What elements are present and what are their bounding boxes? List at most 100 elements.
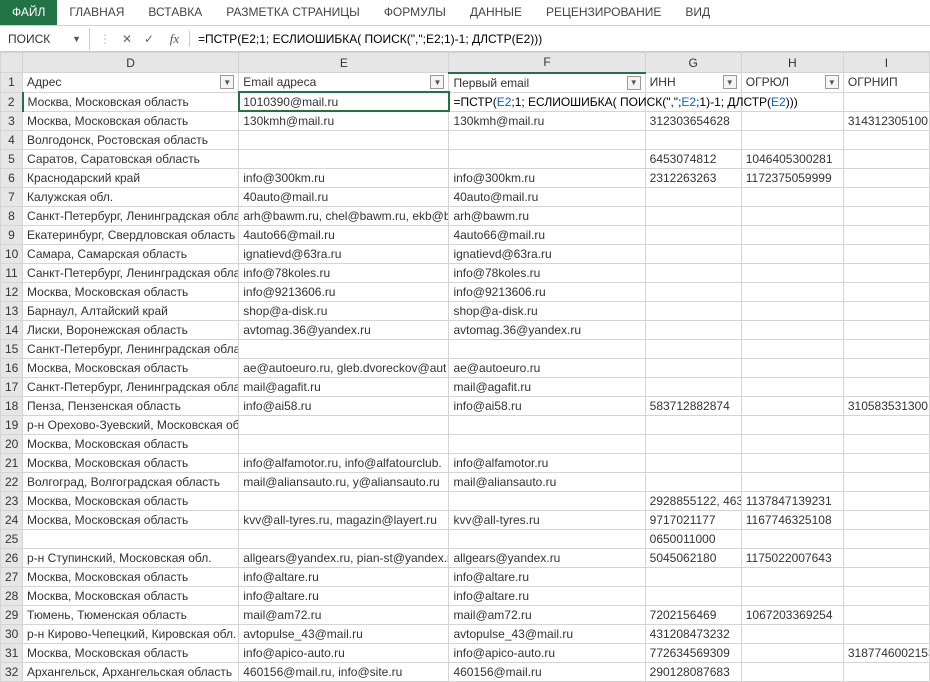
cell[interactable]: [741, 434, 843, 453]
cell[interactable]: info@78koles.ru: [449, 263, 645, 282]
cell[interactable]: [239, 130, 449, 149]
cell[interactable]: Пенза, Пензенская область: [23, 396, 239, 415]
cell[interactable]: [843, 567, 929, 586]
cell[interactable]: [741, 567, 843, 586]
cell[interactable]: [843, 472, 929, 491]
cell[interactable]: info@300km.ru: [449, 168, 645, 187]
cell[interactable]: avtopulse_43@mail.ru: [449, 624, 645, 643]
cell[interactable]: 1172375059999: [741, 168, 843, 187]
cell[interactable]: 31431230510014: [843, 111, 929, 130]
row-head-19[interactable]: 19: [1, 415, 23, 434]
cell[interactable]: [741, 624, 843, 643]
cell[interactable]: [741, 472, 843, 491]
cell[interactable]: kvv@all-tyres.ru: [449, 510, 645, 529]
cell[interactable]: [843, 605, 929, 624]
cell[interactable]: [741, 263, 843, 282]
fx-icon[interactable]: fx: [164, 31, 190, 47]
cell[interactable]: 0650011000: [645, 529, 741, 548]
cell[interactable]: info@300km.ru: [239, 168, 449, 187]
cell[interactable]: [645, 282, 741, 301]
cell[interactable]: 772634569309: [645, 643, 741, 662]
cell[interactable]: [843, 415, 929, 434]
cell[interactable]: [645, 225, 741, 244]
row-head-6[interactable]: 6: [1, 168, 23, 187]
cell[interactable]: [843, 624, 929, 643]
cell[interactable]: [645, 301, 741, 320]
row-head-28[interactable]: 28: [1, 586, 23, 605]
cell[interactable]: 460156@mail.ru: [449, 662, 645, 681]
tab-file[interactable]: ФАЙЛ: [0, 0, 57, 25]
row-head-13[interactable]: 13: [1, 301, 23, 320]
cell[interactable]: [449, 415, 645, 434]
cell[interactable]: 31877460021530: [843, 643, 929, 662]
cell[interactable]: [843, 206, 929, 225]
col-head-G[interactable]: G: [645, 53, 741, 73]
cell[interactable]: Тюмень, Тюменская область: [23, 605, 239, 624]
cell[interactable]: Санкт-Петербург, Ленинградская область: [23, 339, 239, 358]
cell[interactable]: Санкт-Петербург, Ленинградская облас: [23, 206, 239, 225]
cell[interactable]: allgears@yandex.ru: [449, 548, 645, 567]
row-head-16[interactable]: 16: [1, 358, 23, 377]
cell[interactable]: Москва, Московская область: [23, 491, 239, 510]
cell[interactable]: [645, 434, 741, 453]
cell[interactable]: [239, 149, 449, 168]
cell[interactable]: [741, 130, 843, 149]
cell[interactable]: 6453074812: [645, 149, 741, 168]
cell[interactable]: [741, 586, 843, 605]
formula-input[interactable]: =ПСТР(E2;1; ЕСЛИОШИБКА( ПОИСК(",";E2;1)-…: [190, 28, 930, 50]
cell[interactable]: [645, 263, 741, 282]
row-head-7[interactable]: 7: [1, 187, 23, 206]
cell[interactable]: avtopulse_43@mail.ru: [239, 624, 449, 643]
cell[interactable]: Самара, Самарская область: [23, 244, 239, 263]
cell[interactable]: [843, 358, 929, 377]
cell[interactable]: 4auto66@mail.ru: [239, 225, 449, 244]
row-head-8[interactable]: 8: [1, 206, 23, 225]
cell[interactable]: info@alfamotor.ru, info@alfatourclub.: [239, 453, 449, 472]
cell[interactable]: [843, 320, 929, 339]
cell[interactable]: [843, 168, 929, 187]
row-head-24[interactable]: 24: [1, 510, 23, 529]
cell[interactable]: [843, 491, 929, 510]
cell[interactable]: [843, 187, 929, 206]
tab-insert[interactable]: ВСТАВКА: [136, 0, 214, 25]
cell[interactable]: mail@am72.ru: [239, 605, 449, 624]
cell[interactable]: info@78koles.ru: [239, 263, 449, 282]
cell[interactable]: ae@autoeuro.ru, gleb.dvoreckov@aut: [239, 358, 449, 377]
cell[interactable]: [645, 320, 741, 339]
cell[interactable]: [645, 244, 741, 263]
filter-icon[interactable]: ▼: [627, 76, 641, 90]
cell[interactable]: [741, 320, 843, 339]
cell[interactable]: kvv@all-tyres.ru, magazin@layert.ru: [239, 510, 449, 529]
cell[interactable]: [843, 434, 929, 453]
cell[interactable]: [741, 244, 843, 263]
cell[interactable]: Москва, Московская область: [23, 358, 239, 377]
cell[interactable]: info@ai58.ru: [239, 396, 449, 415]
row-head-2[interactable]: 2: [1, 92, 23, 111]
header-cell-emails[interactable]: Email адреса▼: [239, 73, 449, 93]
cell[interactable]: Калужская обл.: [23, 187, 239, 206]
cell[interactable]: avtomag.36@yandex.ru: [449, 320, 645, 339]
cell[interactable]: 1167746325108: [741, 510, 843, 529]
tab-layout[interactable]: РАЗМЕТКА СТРАНИЦЫ: [214, 0, 372, 25]
cell[interactable]: Санкт-Петербург, Ленинградская облас: [23, 377, 239, 396]
cell[interactable]: Москва, Московская область: [23, 643, 239, 662]
cell[interactable]: 290128087683: [645, 662, 741, 681]
cell[interactable]: [645, 339, 741, 358]
cell[interactable]: [449, 149, 645, 168]
cell[interactable]: [239, 491, 449, 510]
cell[interactable]: [645, 472, 741, 491]
cell[interactable]: 2928855122, 4638: [645, 491, 741, 510]
cell[interactable]: р-н Кирово-Чепецкий, Кировская обл.: [23, 624, 239, 643]
cell[interactable]: Москва, Московская область: [23, 92, 239, 111]
cell[interactable]: [449, 434, 645, 453]
cell[interactable]: [843, 263, 929, 282]
cell[interactable]: shop@a-disk.ru: [449, 301, 645, 320]
cell[interactable]: Москва, Московская область: [23, 586, 239, 605]
tab-data[interactable]: ДАННЫЕ: [458, 0, 534, 25]
cell[interactable]: Архангельск, Архангельская область: [23, 662, 239, 681]
cell[interactable]: Москва, Московская область: [23, 567, 239, 586]
row-head-31[interactable]: 31: [1, 643, 23, 662]
row-head-26[interactable]: 26: [1, 548, 23, 567]
cell[interactable]: [741, 111, 843, 130]
cell[interactable]: arh@bawm.ru, chel@bawm.ru, ekb@b: [239, 206, 449, 225]
